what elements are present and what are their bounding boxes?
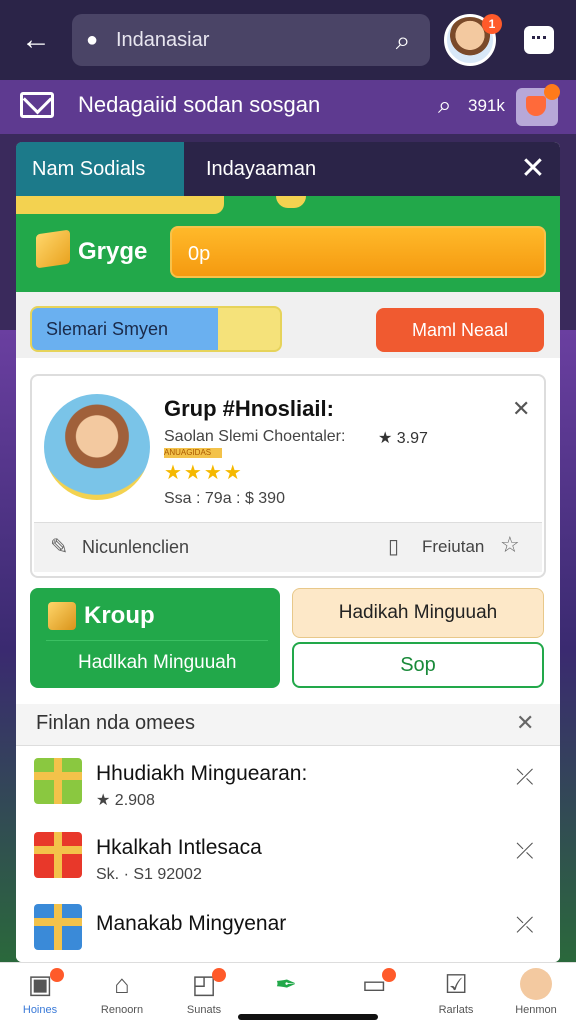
search-query[interactable]: Indanasiar — [116, 29, 388, 52]
list-item-meta-value: 2.908 — [114, 792, 155, 809]
nav-home[interactable]: ▣ Hoines — [0, 966, 80, 1022]
group-block-subtitle: Hadlkah Minguuah — [78, 652, 237, 673]
star-rating: ★★★★ — [164, 462, 244, 484]
nav-label: Hoines — [22, 1004, 58, 1016]
gift-icon — [34, 904, 82, 950]
nav-badge — [50, 968, 64, 982]
list-item-title: Manakab Mingyenar — [96, 912, 287, 935]
nav-sunats[interactable]: ◰ Sunats — [164, 966, 244, 1022]
card-footer-right[interactable]: Freiutan — [422, 537, 484, 557]
list-header-title: Finlan nda omees — [36, 712, 195, 734]
list-item-title: Hhudiakh Minguearan: — [96, 762, 308, 785]
slemari-button[interactable]: Slemari Smyen — [30, 306, 282, 352]
chat-icon[interactable] — [524, 26, 554, 54]
member-count: 391k — [468, 96, 505, 115]
group-title: Grup #Hnosliail: — [164, 396, 334, 421]
search-bar[interactable]: ● Indanasiar ⌕ — [72, 14, 430, 66]
group-stats: Ssa : 79a : $ 390 — [164, 490, 285, 507]
mail-icon[interactable] — [20, 92, 54, 118]
group-modal: Nam Sodials Indayaaman ✕ Gryge 0p Slemar… — [16, 142, 560, 962]
subbar-title: Nedagaiid sodan sosgan — [78, 92, 321, 117]
group-rating: ★ 3.97 — [378, 430, 428, 447]
nav-badge — [212, 968, 226, 982]
sop-button[interactable]: Sop — [292, 642, 544, 688]
divider — [46, 640, 268, 641]
brush-icon: ✒ — [275, 969, 297, 999]
group-block-title: Kroup — [84, 602, 155, 629]
notification-badge: 1 — [482, 14, 502, 34]
close-icon[interactable]: ✕ — [512, 396, 530, 422]
check-box-icon: ☑ — [444, 969, 468, 999]
pencil-icon[interactable]: ✎ — [50, 534, 68, 560]
group-tag: ANUAGIDAS — [164, 448, 222, 458]
gift-icon — [34, 758, 82, 804]
box-icon — [48, 602, 76, 630]
list-item-title: Hkalkah Intlesaca — [96, 836, 262, 859]
profile-avatar-icon — [520, 968, 552, 1000]
nav-label: Rarlats — [438, 1004, 474, 1016]
nav-rarlats[interactable]: ☑ Rarlats — [416, 966, 496, 1022]
document-icon[interactable]: ▯ — [388, 534, 399, 559]
tab-indayaaman[interactable]: Indayaaman — [206, 142, 316, 196]
hadiah-button[interactable]: Hadikah Minguuah — [292, 588, 544, 638]
trophy-badge — [544, 84, 560, 100]
list-item-meta: ★ 2.908 — [96, 792, 155, 809]
tab-nam-sodials[interactable]: Nam Sodials — [16, 142, 184, 196]
group-subtitle: Saolan Slemi Choentaler: — [164, 428, 346, 445]
list-item-meta: Sk. · S1 92002 — [96, 866, 202, 883]
banner-label: Gryge — [78, 238, 148, 265]
banner-decoration — [16, 196, 224, 214]
mute-icon[interactable]: ⤫ — [516, 912, 534, 938]
group-avatar — [44, 394, 150, 500]
close-icon[interactable]: ✕ — [516, 710, 534, 736]
mute-icon[interactable]: ⤫ — [516, 838, 534, 864]
close-icon[interactable]: ✕ — [516, 152, 550, 186]
mute-icon[interactable]: ⤫ — [516, 764, 534, 790]
back-arrow-icon[interactable]: ← — [18, 22, 54, 58]
nav-label: Renoorn — [100, 1004, 144, 1016]
nav-profile[interactable]: Henmon — [496, 966, 576, 1022]
nav-label: Sunats — [186, 1004, 222, 1016]
nav-badge — [382, 968, 396, 982]
gift-icon — [34, 832, 82, 878]
house-icon: ⌂ — [114, 969, 130, 999]
orange-input-field[interactable]: 0p — [170, 226, 546, 278]
star-outline-icon[interactable]: ☆ — [500, 532, 520, 558]
home-indicator[interactable] — [238, 1014, 378, 1020]
rating-value: 3.97 — [396, 430, 428, 447]
search-icon[interactable]: ⌕ — [438, 92, 451, 120]
location-pin-icon: ● — [86, 29, 99, 51]
nav-label: Henmon — [515, 1004, 557, 1016]
nav-renoorn[interactable]: ⌂ Renoorn — [82, 966, 162, 1022]
card-footer-left[interactable]: Nicunlenclien — [82, 537, 189, 558]
search-icon[interactable]: ⌕ — [388, 25, 418, 55]
cube-icon — [36, 229, 70, 269]
maml-button[interactable]: Maml Neaal — [376, 308, 544, 352]
list-item[interactable] — [16, 822, 560, 898]
